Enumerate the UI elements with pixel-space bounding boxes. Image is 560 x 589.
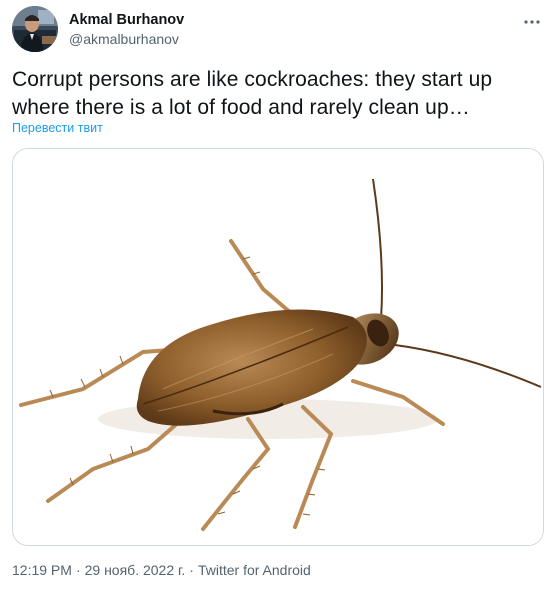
- meta-separator: ·: [75, 562, 81, 578]
- tweet-media[interactable]: [12, 148, 544, 546]
- tweet-detail: Akmal Burhanov @akmalburhanov Corrupt pe…: [0, 0, 560, 589]
- translate-tweet-link[interactable]: Перевести твит: [12, 121, 103, 135]
- avatar[interactable]: [12, 6, 58, 52]
- author-names: Akmal Burhanov @akmalburhanov: [69, 11, 184, 48]
- tweet-header: Akmal Burhanov @akmalburhanov: [12, 6, 548, 54]
- avatar-photo-icon: [12, 6, 58, 52]
- tweet-text: Corrupt persons are like cockroaches: th…: [12, 68, 493, 119]
- tweet-date[interactable]: 29 нояб. 2022 г.: [85, 562, 186, 578]
- user-handle[interactable]: @akmalburhanov: [69, 30, 184, 48]
- tweet-time[interactable]: 12:19 PM: [12, 562, 72, 578]
- cockroach-photo-icon: [13, 149, 543, 545]
- meta-separator-2: ·: [189, 562, 194, 578]
- more-horizontal-icon: [524, 20, 540, 24]
- tweet-source[interactable]: Twitter for Android: [198, 562, 311, 578]
- more-options-button[interactable]: [520, 10, 544, 34]
- display-name[interactable]: Akmal Burhanov: [69, 11, 184, 29]
- tweet-meta: 12:19 PM · 29 нояб. 2022 г. · Twitter for An…: [12, 562, 311, 578]
